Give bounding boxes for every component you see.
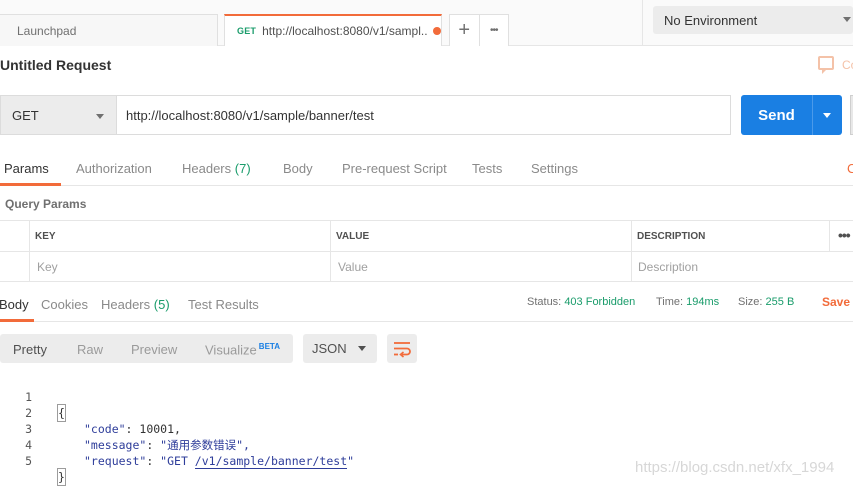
tab-tests[interactable]: Tests bbox=[472, 161, 502, 176]
send-options-button[interactable] bbox=[812, 95, 842, 135]
response-headers-count: (5) bbox=[153, 297, 170, 312]
url-value: http://localhost:8080/v1/sample/banner/t… bbox=[126, 107, 374, 123]
more-icon: ••• bbox=[489, 25, 498, 36]
tab-params[interactable]: Params bbox=[4, 161, 49, 176]
tab-url-label: http://localhost:8080/v1/sampl... bbox=[262, 24, 428, 38]
code-line: 5 } bbox=[0, 437, 853, 486]
visualize-label: Visualize bbox=[205, 342, 257, 358]
status-label: Status: bbox=[527, 296, 562, 308]
wrap-lines-button[interactable] bbox=[387, 334, 417, 363]
response-tab-headers[interactable]: Headers (5) bbox=[101, 297, 170, 312]
environment-label: No Environment bbox=[664, 12, 758, 28]
save-response-button[interactable]: Save bbox=[822, 295, 850, 309]
environment-select[interactable]: No Environment bbox=[653, 6, 853, 34]
method-select[interactable]: GET bbox=[0, 95, 116, 135]
chevron-down-icon bbox=[358, 346, 366, 351]
code-line: 2 "code": 10001, bbox=[0, 389, 853, 436]
time-info[interactable]: Time: 194ms bbox=[656, 296, 719, 308]
tab-launchpad[interactable]: Launchpad bbox=[0, 14, 218, 46]
tab-method-label: GET bbox=[237, 26, 257, 36]
column-divider bbox=[330, 221, 331, 282]
divider bbox=[642, 0, 643, 46]
tab-authorization[interactable]: Authorization bbox=[76, 161, 152, 176]
column-divider bbox=[829, 221, 830, 251]
response-tab-test-results[interactable]: Test Results bbox=[188, 297, 259, 312]
params-table: KEY VALUE DESCRIPTION ••• Key Value Desc… bbox=[0, 220, 853, 282]
active-tab-indicator bbox=[0, 183, 61, 186]
value-input[interactable]: Value bbox=[338, 260, 368, 274]
tab-headers-label: Headers bbox=[182, 161, 232, 176]
response-tabs: Body Cookies Headers (5) Test Results St… bbox=[0, 288, 853, 322]
description-input[interactable]: Description bbox=[638, 260, 698, 274]
tab-body[interactable]: Body bbox=[283, 161, 313, 176]
tab-bar: Launchpad GET http://localhost:8080/v1/s… bbox=[0, 0, 853, 46]
key-input[interactable]: Key bbox=[37, 260, 58, 274]
column-divider bbox=[29, 221, 30, 282]
size-label: Size: bbox=[738, 296, 763, 308]
beta-badge: BETA bbox=[258, 342, 280, 351]
row-divider bbox=[0, 251, 853, 252]
send-label: Send bbox=[758, 106, 795, 124]
view-pretty-button[interactable]: Pretty bbox=[13, 342, 47, 357]
response-headers-label: Headers bbox=[101, 297, 151, 312]
tab-pre-request-script[interactable]: Pre-request Script bbox=[342, 161, 447, 176]
comments-label[interactable]: Co bbox=[842, 58, 853, 72]
view-raw-button[interactable]: Raw bbox=[77, 342, 103, 357]
json-value-suffix: " bbox=[347, 454, 355, 468]
plus-icon: + bbox=[458, 19, 471, 41]
code-line: 4 "request": "GET /v1/sample/banner/test… bbox=[0, 421, 853, 469]
unsaved-dot-icon bbox=[433, 27, 441, 35]
time-value: 194ms bbox=[686, 296, 720, 308]
response-tab-cookies[interactable]: Cookies bbox=[41, 297, 88, 312]
tab-actions: + ••• bbox=[449, 14, 509, 46]
tab-active-request[interactable]: GET http://localhost:8080/v1/sampl... bbox=[224, 14, 442, 46]
format-label: JSON bbox=[312, 341, 347, 356]
view-preview-button[interactable]: Preview bbox=[131, 342, 177, 357]
request-tabs: Params Authorization Headers (7) Body Pr… bbox=[0, 152, 853, 186]
wrap-lines-icon bbox=[394, 342, 411, 358]
query-params-heading: Query Params bbox=[5, 197, 87, 211]
json-value-prefix: "GET bbox=[160, 454, 195, 468]
request-title[interactable]: Untitled Request bbox=[0, 57, 111, 73]
column-header-description: DESCRIPTION bbox=[637, 231, 706, 242]
headers-count: (7) bbox=[234, 161, 251, 176]
new-tab-button[interactable]: + bbox=[450, 15, 480, 46]
time-label: Time: bbox=[656, 296, 684, 308]
bulk-edit-more-icon[interactable]: ••• bbox=[838, 227, 851, 243]
json-value-link[interactable]: /v1/sample/banner/test bbox=[194, 454, 348, 469]
response-body-editor[interactable]: 1 { 2 "code": 10001, 3 "message": "通用参数错… bbox=[0, 373, 853, 486]
format-select[interactable]: JSON bbox=[303, 334, 377, 363]
code-line: 3 "message": "通用参数错误", bbox=[0, 405, 853, 452]
url-input[interactable]: http://localhost:8080/v1/sample/banner/t… bbox=[116, 95, 731, 135]
column-header-key: KEY bbox=[35, 231, 56, 242]
cookies-link[interactable]: C bbox=[847, 161, 853, 176]
view-visualize-button[interactable]: Visualize BETA bbox=[205, 342, 280, 357]
json-entry-request: "request": "GET /v1/sample/banner/test" bbox=[84, 454, 355, 469]
size-value: 255 B bbox=[765, 296, 795, 308]
chevron-down-icon bbox=[843, 17, 851, 22]
view-mode-group: Pretty Raw Preview Visualize BETA bbox=[0, 334, 293, 363]
status-info[interactable]: Status: 403 Forbidden bbox=[527, 296, 635, 308]
column-header-value: VALUE bbox=[336, 231, 370, 242]
status-value: 403 Forbidden bbox=[564, 296, 636, 308]
size-info[interactable]: Size: 255 B bbox=[738, 296, 794, 308]
tab-launchpad-label: Launchpad bbox=[17, 23, 77, 38]
active-tab-indicator bbox=[0, 319, 34, 322]
tab-settings[interactable]: Settings bbox=[531, 161, 578, 176]
chevron-down-icon bbox=[96, 114, 104, 119]
column-divider bbox=[631, 221, 632, 282]
send-button[interactable]: Send bbox=[741, 95, 812, 135]
method-label: GET bbox=[12, 107, 39, 123]
json-key: "request" bbox=[84, 454, 147, 468]
line-number: 5 bbox=[25, 454, 32, 468]
response-tab-body[interactable]: Body bbox=[0, 297, 29, 312]
code-line: 1 { bbox=[0, 373, 853, 422]
watermark: https://blog.csdn.net/xfx_1994 bbox=[635, 459, 835, 476]
comment-icon[interactable] bbox=[818, 56, 834, 74]
tab-more-button[interactable]: ••• bbox=[480, 15, 509, 46]
tab-headers[interactable]: Headers (7) bbox=[182, 161, 251, 176]
close-brace: } bbox=[57, 468, 66, 486]
